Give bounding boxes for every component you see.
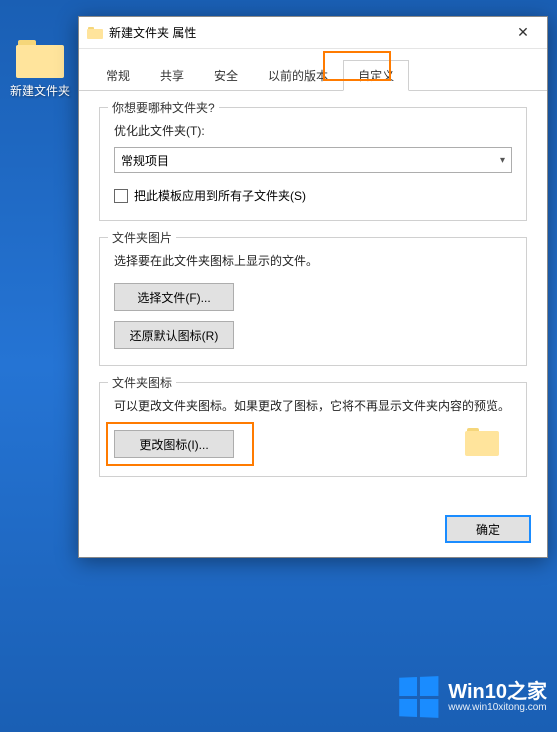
folder-icon	[87, 27, 103, 39]
close-button[interactable]: ✕	[501, 18, 545, 48]
tab-previous-versions[interactable]: 以前的版本	[253, 60, 343, 91]
folder-icon	[465, 428, 499, 456]
windows-logo-icon	[399, 676, 438, 718]
watermark-text: Win10之家 www.win10xitong.com	[448, 682, 547, 713]
tab-customize[interactable]: 自定义	[343, 60, 409, 91]
chevron-down-icon: ▾	[500, 155, 505, 166]
properties-dialog: 新建文件夹 属性 ✕ 常规 共享 安全 以前的版本 自定义 你想要哪种文件夹? …	[78, 16, 548, 558]
optimize-select[interactable]: 常规项目 ▾	[114, 147, 512, 173]
folder-type-group: 你想要哪种文件夹? 优化此文件夹(T): 常规项目 ▾ 把此模板应用到所有子文件…	[99, 107, 527, 221]
ok-button[interactable]: 确定	[445, 515, 531, 543]
change-icon-button[interactable]: 更改图标(I)...	[114, 430, 234, 458]
tab-general[interactable]: 常规	[91, 60, 145, 91]
folder-icon-group-title: 文件夹图标	[108, 374, 176, 391]
folder-picture-group-title: 文件夹图片	[108, 229, 176, 246]
optimize-select-value: 常规项目	[121, 152, 169, 169]
tab-security[interactable]: 安全	[199, 60, 253, 91]
titlebar: 新建文件夹 属性 ✕	[79, 17, 547, 49]
choose-file-button[interactable]: 选择文件(F)...	[114, 283, 234, 311]
apply-template-checkbox[interactable]	[114, 189, 128, 203]
folder-picture-group: 文件夹图片 选择要在此文件夹图标上显示的文件。 选择文件(F)... 还原默认图…	[99, 237, 527, 366]
folder-icon-group: 文件夹图标 可以更改文件夹图标。如果更改了图标，它将不再显示文件夹内容的预览。 …	[99, 382, 527, 477]
desktop-folder-icon[interactable]: 新建文件夹	[10, 40, 70, 99]
watermark-main: Win10之家	[448, 682, 547, 702]
watermark-sub: www.win10xitong.com	[448, 702, 547, 713]
optimize-label: 优化此文件夹(T):	[114, 122, 512, 139]
dialog-title: 新建文件夹 属性	[109, 24, 501, 41]
folder-picture-desc: 选择要在此文件夹图标上显示的文件。	[114, 252, 512, 271]
apply-template-label: 把此模板应用到所有子文件夹(S)	[134, 187, 306, 204]
apply-template-row: 把此模板应用到所有子文件夹(S)	[114, 187, 512, 204]
close-icon: ✕	[517, 24, 529, 41]
tab-sharing[interactable]: 共享	[145, 60, 199, 91]
dialog-button-row: 确定	[79, 505, 547, 557]
folder-icon	[16, 40, 64, 78]
icon-preview	[452, 428, 512, 460]
watermark: Win10之家 www.win10xitong.com	[337, 662, 557, 732]
folder-icon-desc: 可以更改文件夹图标。如果更改了图标，它将不再显示文件夹内容的预览。	[114, 397, 512, 416]
tab-strip: 常规 共享 安全 以前的版本 自定义	[79, 49, 547, 91]
icon-row: 更改图标(I)...	[114, 428, 512, 460]
tab-content: 你想要哪种文件夹? 优化此文件夹(T): 常规项目 ▾ 把此模板应用到所有子文件…	[79, 91, 547, 505]
restore-default-button[interactable]: 还原默认图标(R)	[114, 321, 234, 349]
desktop-folder-label: 新建文件夹	[10, 82, 70, 99]
folder-type-group-title: 你想要哪种文件夹?	[108, 99, 219, 116]
